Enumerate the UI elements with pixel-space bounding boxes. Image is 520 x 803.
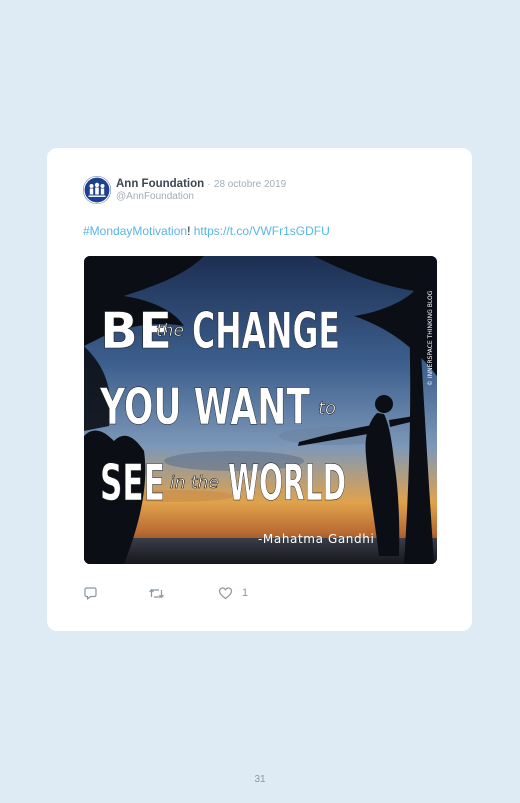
tweet-date[interactable]: 28 octobre 2019 — [214, 179, 286, 190]
tweet-text: #MondayMotivation! https://t.co/VWFr1sGD… — [83, 224, 330, 238]
poster-line3-word-see: SEE — [100, 454, 165, 512]
author-line: Ann Foundation · 28 octobre 2019 — [116, 177, 286, 192]
poster-line2-you-want: YOU WANT — [99, 378, 310, 436]
reply-button[interactable] — [83, 584, 98, 602]
author-handle[interactable]: @AnnFoundation — [116, 191, 194, 203]
poster-line1-word-change: CHANGE — [192, 302, 340, 360]
tweet-actions: 1 — [83, 584, 283, 604]
tweet-card: Ann Foundation · 28 octobre 2019 @AnnFou… — [47, 148, 472, 631]
poster-line3-word-world: WORLD — [228, 454, 346, 512]
quote-poster: BE the CHANGE YOU WANT to SEE in the WOR… — [84, 256, 437, 564]
poster-line3-word-in-the: in the — [170, 473, 219, 493]
retweet-button[interactable] — [148, 584, 165, 602]
poster-watermark: © INNERSPACE THINKING BLOG — [427, 290, 434, 386]
exclamation: ! — [187, 224, 191, 238]
reply-icon — [84, 586, 97, 600]
date-separator: · — [207, 179, 211, 190]
page-number: 31 — [254, 774, 266, 785]
author-name[interactable]: Ann Foundation — [116, 178, 204, 190]
poster-attribution: -Mahatma Gandhi — [258, 532, 374, 546]
poster-line1-word-the: the — [156, 321, 184, 341]
heart-icon — [218, 587, 233, 600]
hashtag-link[interactable]: #MondayMotivation — [83, 224, 187, 238]
foundation-logo-icon — [83, 176, 111, 204]
like-button[interactable]: 1 — [218, 584, 248, 602]
tweet-image[interactable]: BE the CHANGE YOU WANT to SEE in the WOR… — [84, 256, 437, 564]
tweet-url-link[interactable]: https://t.co/VWFr1sGDFU — [194, 224, 330, 238]
poster-line2-word-to: to — [318, 398, 336, 419]
like-count: 1 — [242, 587, 249, 599]
avatar[interactable] — [83, 176, 111, 204]
retweet-icon — [149, 588, 164, 598]
